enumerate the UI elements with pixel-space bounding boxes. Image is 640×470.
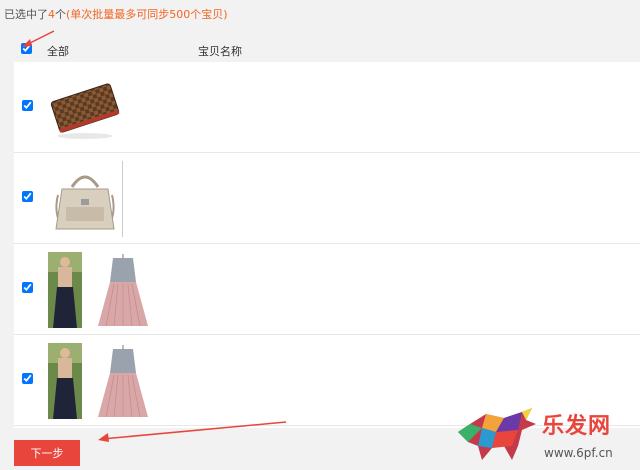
item-checkbox-3[interactable] <box>22 282 33 293</box>
select-all-checkbox-wrap <box>21 43 32 57</box>
selection-prefix: 已选中了 <box>4 8 48 21</box>
item-checkbox-2[interactable] <box>22 191 33 202</box>
selection-limit-note: (单次批量最多可同步500个宝贝) <box>66 8 228 21</box>
select-all-label: 全部 <box>47 45 69 58</box>
column-header-item-name: 宝贝名称 <box>198 45 242 58</box>
model-dress-image[interactable] <box>48 343 82 419</box>
item-checkbox-wrap <box>22 282 33 296</box>
item-thumbnails <box>48 70 122 146</box>
item-checkbox-wrap <box>22 100 33 114</box>
handbag-image[interactable] <box>48 161 123 237</box>
watermark-brand: 乐发网 <box>542 413 612 439</box>
watermark-url: www.6pf.cn <box>544 446 613 460</box>
model-dress-image[interactable] <box>48 252 82 328</box>
list-header: 全部 宝贝名称 <box>14 38 640 62</box>
wallet-image[interactable] <box>48 70 122 146</box>
next-step-button[interactable]: 下一步 <box>14 440 80 466</box>
select-all-checkbox[interactable] <box>21 43 32 54</box>
item-row-1 <box>14 62 640 153</box>
item-row-2 <box>14 153 640 244</box>
selection-unit: 个 <box>55 8 66 21</box>
selection-count: 4 <box>48 8 55 21</box>
item-row-3 <box>14 244 640 335</box>
item-checkbox-1[interactable] <box>22 100 33 111</box>
item-thumbnails <box>48 252 160 328</box>
item-checkbox-4[interactable] <box>22 373 33 384</box>
selection-info: 已选中了4个(单次批量最多可同步500个宝贝) <box>4 6 228 22</box>
dress-image[interactable] <box>86 252 160 328</box>
item-thumbnails <box>48 161 123 237</box>
dress-image[interactable] <box>86 343 160 419</box>
bull-logo-icon <box>458 408 536 460</box>
item-list <box>14 62 640 428</box>
item-checkbox-wrap <box>22 373 33 387</box>
watermark-logo: 乐发网 www.6pf.cn <box>452 402 640 470</box>
item-thumbnails <box>48 343 160 419</box>
item-checkbox-wrap <box>22 191 33 205</box>
